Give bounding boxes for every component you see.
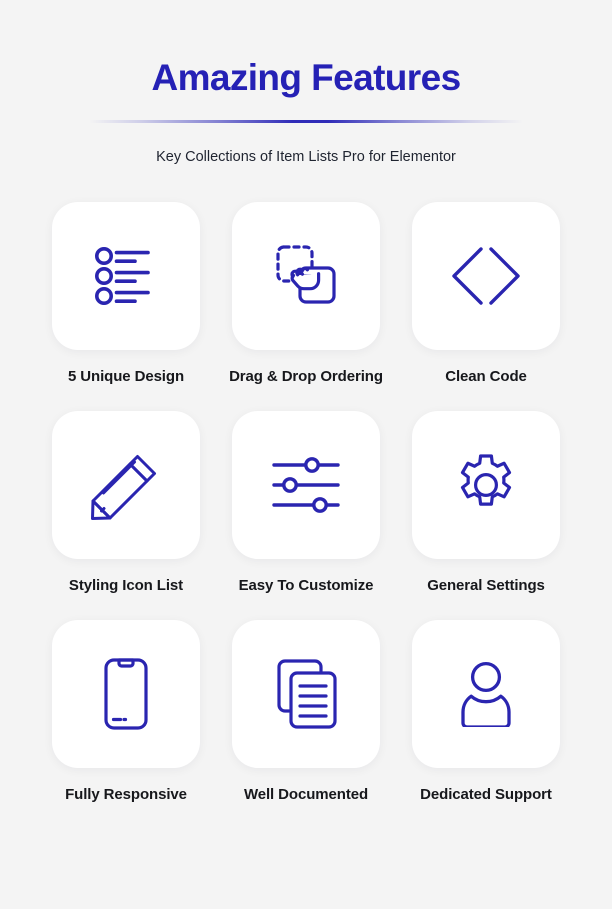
features-grid: 5 Unique Design Drag & Drop Ordering Cle…: [36, 201, 576, 803]
page-subtitle: Key Collections of Item Lists Pro for El…: [156, 148, 456, 165]
page-title: Amazing Features: [151, 57, 461, 98]
pencil-icon: [90, 449, 162, 521]
code-brackets-icon: [448, 243, 524, 309]
drag-drop-icon: [269, 239, 343, 313]
feature-item[interactable]: Fully Responsive: [36, 619, 216, 803]
feature-card[interactable]: [412, 201, 560, 350]
feature-label: Well Documented: [243, 785, 369, 803]
feature-label: 5 Unique Design: [67, 367, 185, 385]
feature-item[interactable]: Easy To Customize: [216, 410, 396, 594]
feature-card[interactable]: [232, 619, 380, 768]
feature-label: General Settings: [427, 576, 545, 594]
feature-label: Drag & Drop Ordering: [229, 367, 383, 385]
sliders-icon: [270, 456, 342, 513]
feature-item[interactable]: Styling Icon List: [36, 410, 216, 594]
feature-label: Fully Responsive: [65, 785, 187, 803]
feature-card[interactable]: [52, 619, 200, 768]
feature-label: Styling Icon List: [68, 576, 184, 594]
mobile-phone-icon: [103, 657, 149, 731]
list-icon: [90, 240, 162, 312]
feature-card[interactable]: [412, 619, 560, 768]
feature-item[interactable]: General Settings: [396, 410, 576, 594]
feature-item[interactable]: Well Documented: [216, 619, 396, 803]
feature-item[interactable]: 5 Unique Design: [36, 201, 216, 385]
feature-card[interactable]: [52, 201, 200, 350]
feature-card[interactable]: [412, 410, 560, 559]
feature-item[interactable]: Clean Code: [396, 201, 576, 385]
feature-item[interactable]: Drag & Drop Ordering: [216, 201, 396, 385]
gradient-rule: [89, 119, 523, 123]
feature-label: Easy To Customize: [238, 576, 374, 594]
feature-label: Clean Code: [445, 367, 527, 385]
feature-card[interactable]: [232, 201, 380, 350]
gear-icon: [453, 452, 519, 518]
feature-card[interactable]: [52, 410, 200, 559]
documents-icon: [271, 657, 341, 731]
title-divider: [89, 119, 523, 124]
feature-card[interactable]: [232, 410, 380, 559]
page-header: Amazing Features Key Collections of Item…: [0, 0, 612, 165]
feature-item[interactable]: Dedicated Support: [396, 619, 576, 803]
feature-label: Dedicated Support: [420, 785, 552, 803]
user-person-icon: [455, 661, 517, 727]
features-page: Amazing Features Key Collections of Item…: [0, 0, 612, 909]
